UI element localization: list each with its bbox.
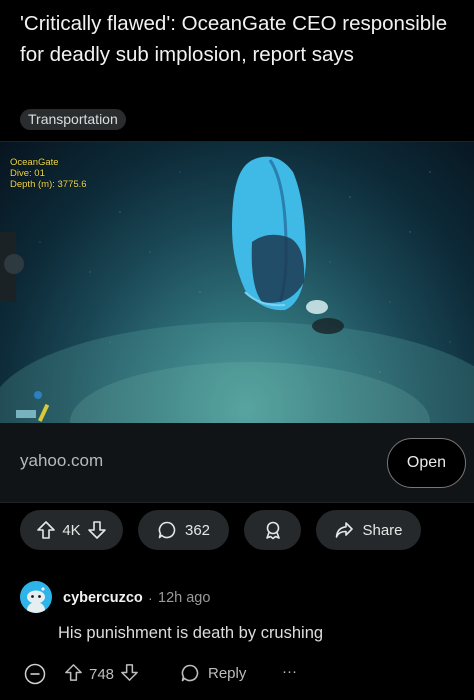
comment-body: His punishment is death by crushing: [58, 624, 324, 642]
open-link-button[interactable]: Open: [387, 438, 466, 488]
collapse-minus-icon: [24, 663, 46, 685]
overlay-line-depth: Depth (m): 3775.6: [10, 179, 87, 190]
downvote-icon[interactable]: [87, 520, 107, 540]
link-domain[interactable]: yahoo.com: [20, 451, 103, 471]
meta-separator: ·: [148, 590, 153, 606]
avatar[interactable]: [20, 581, 52, 613]
overlay-line-brand: OceanGate: [10, 157, 59, 168]
downvote-icon[interactable]: [120, 663, 139, 686]
more-options-icon: ···: [282, 663, 297, 680]
comment-vote-control: 748: [64, 663, 139, 686]
comment-count: 362: [184, 521, 211, 539]
comment-action-bar: 748 Reply ···: [0, 660, 474, 690]
overlay-line-dive: Dive: 01: [10, 168, 45, 179]
post-title[interactable]: 'Critically flawed': OceanGate CEO respo…: [20, 8, 460, 70]
snoo-avatar-icon: [27, 587, 45, 613]
video-thumbnail[interactable]: OceanGate Dive: 01 Depth (m): 3775.6: [0, 142, 474, 423]
post-vote-count: 4K: [62, 521, 81, 539]
award-button[interactable]: [244, 510, 301, 550]
video-overlay-telemetry: OceanGate Dive: 01 Depth (m): 3775.6: [10, 157, 87, 190]
award-icon: [263, 520, 283, 540]
comment-timestamp: 12h ago: [158, 590, 211, 606]
comment-vote-count: 748: [89, 666, 115, 683]
comment-username[interactable]: cybercuzco: [63, 590, 143, 606]
comment-bubble-icon: [157, 520, 177, 540]
reply-bubble-icon: [181, 664, 199, 682]
link-embed[interactable]: OceanGate Dive: 01 Depth (m): 3775.6 yah…: [0, 141, 474, 503]
link-footer[interactable]: yahoo.com Open: [0, 423, 474, 504]
collapse-thread-button[interactable]: [24, 663, 46, 685]
share-icon: [334, 520, 354, 540]
more-options-button[interactable]: ···: [282, 663, 297, 680]
reply-label: Reply: [208, 664, 247, 682]
post-action-bar: 4K 362 Share: [0, 510, 474, 550]
reply-button[interactable]: Reply: [180, 663, 246, 683]
post-flair[interactable]: Transportation: [20, 109, 126, 130]
share-button[interactable]: Share: [316, 510, 421, 550]
upvote-icon[interactable]: [36, 520, 56, 540]
comments-button[interactable]: 362: [138, 510, 229, 550]
share-label: Share: [362, 521, 403, 539]
vote-control: 4K: [20, 510, 123, 550]
upvote-icon[interactable]: [64, 663, 83, 686]
